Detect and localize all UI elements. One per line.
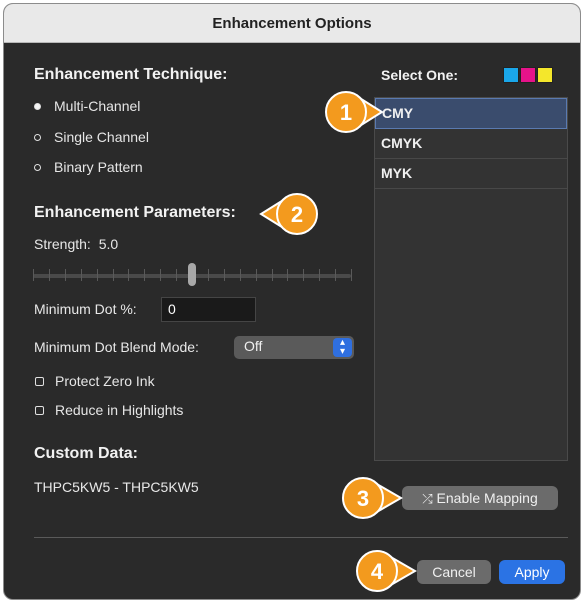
checkbox-icon bbox=[35, 405, 44, 415]
shuffle-icon: ⤮ bbox=[422, 491, 433, 506]
slider-tick bbox=[176, 269, 178, 281]
callout-number: 2 bbox=[291, 202, 303, 227]
min-dot-label: Minimum Dot %: bbox=[34, 301, 137, 317]
callout-badge-4: 4 bbox=[356, 550, 418, 592]
slider-tick bbox=[287, 269, 289, 281]
checkbox-label: Protect Zero Ink bbox=[55, 373, 155, 389]
select-one-label: Select One: bbox=[381, 67, 459, 83]
checkbox-reduce-highlights[interactable]: Reduce in Highlights bbox=[35, 402, 183, 418]
slider-tick bbox=[223, 269, 225, 281]
custom-data-heading: Custom Data: bbox=[34, 445, 139, 462]
callout-number: 4 bbox=[371, 559, 384, 584]
magenta-swatch bbox=[520, 67, 536, 83]
slider-tick bbox=[128, 269, 130, 281]
slider-tick bbox=[239, 269, 241, 281]
title-bar: Enhancement Options bbox=[4, 4, 580, 43]
enable-mapping-label: Enable Mapping bbox=[436, 490, 538, 506]
parameters-heading: Enhancement Parameters: bbox=[34, 204, 236, 221]
callout-badge-1: 1 bbox=[325, 91, 384, 133]
callout-badge-2: 2 bbox=[259, 193, 318, 235]
slider-tick bbox=[160, 269, 162, 281]
slider-tick bbox=[80, 269, 82, 281]
slider-tick bbox=[303, 269, 305, 281]
slider-tick bbox=[48, 269, 50, 281]
color-mode-list[interactable]: CMY CMYK MYK bbox=[374, 97, 568, 461]
apply-button[interactable]: Apply bbox=[499, 560, 565, 584]
callout-badge-3: 3 bbox=[342, 477, 404, 519]
radio-label: Single Channel bbox=[54, 129, 149, 145]
slider-tick bbox=[335, 269, 337, 281]
callout-number: 3 bbox=[357, 486, 369, 511]
blend-mode-label: Minimum Dot Blend Mode: bbox=[34, 339, 199, 355]
radio-label: Multi-Channel bbox=[54, 98, 141, 114]
list-item-cmyk[interactable]: CMYK bbox=[375, 129, 567, 159]
custom-data-value: THPC5KW5 - THPC5KW5 bbox=[34, 479, 199, 495]
callout-number: 1 bbox=[340, 100, 352, 125]
yellow-swatch bbox=[537, 67, 553, 83]
slider-tick bbox=[96, 269, 98, 281]
strength-label-text: Strength: bbox=[34, 236, 91, 252]
radio-empty-icon bbox=[34, 133, 41, 141]
min-dot-input[interactable]: 0 bbox=[161, 297, 256, 322]
radio-selected-icon bbox=[34, 102, 41, 110]
slider-tick bbox=[33, 269, 34, 281]
checkbox-icon bbox=[35, 376, 44, 386]
slider-tick bbox=[64, 269, 66, 281]
slider-tick bbox=[207, 269, 209, 281]
strength-value: 5.0 bbox=[98, 236, 119, 252]
list-item-cmy[interactable]: CMY bbox=[375, 98, 567, 129]
cyan-swatch bbox=[503, 67, 519, 83]
blend-mode-value: Off bbox=[244, 338, 263, 354]
slider-tick bbox=[319, 269, 321, 281]
divider bbox=[34, 537, 568, 538]
enhancement-options-dialog: Enhancement Options Enhancement Techniqu… bbox=[3, 3, 581, 600]
slider-tick bbox=[112, 269, 114, 281]
strength-label: Strength: 5.0 bbox=[34, 236, 118, 252]
checkbox-protect-zero-ink[interactable]: Protect Zero Ink bbox=[35, 373, 155, 389]
technique-heading: Enhancement Technique: bbox=[34, 66, 228, 83]
radio-single-channel[interactable]: Single Channel bbox=[34, 129, 149, 145]
slider-tick bbox=[255, 269, 257, 281]
cancel-button[interactable]: Cancel bbox=[417, 560, 491, 584]
dialog-title: Enhancement Options bbox=[212, 14, 372, 32]
blend-mode-select[interactable]: Off ▴ ▾ bbox=[234, 336, 354, 359]
slider-tick bbox=[351, 269, 352, 281]
strength-slider-thumb[interactable] bbox=[188, 263, 196, 286]
enable-mapping-button[interactable]: ⤮ Enable Mapping bbox=[402, 486, 558, 510]
radio-binary-pattern[interactable]: Binary Pattern bbox=[34, 159, 143, 175]
list-item-myk[interactable]: MYK bbox=[375, 159, 567, 189]
checkbox-label: Reduce in Highlights bbox=[55, 402, 184, 418]
select-arrows-icon: ▴ ▾ bbox=[333, 338, 352, 357]
slider-tick bbox=[271, 269, 273, 281]
radio-empty-icon bbox=[34, 163, 41, 171]
radio-multi-channel[interactable]: Multi-Channel bbox=[34, 98, 140, 114]
radio-label: Binary Pattern bbox=[54, 159, 143, 175]
slider-tick bbox=[144, 269, 146, 281]
